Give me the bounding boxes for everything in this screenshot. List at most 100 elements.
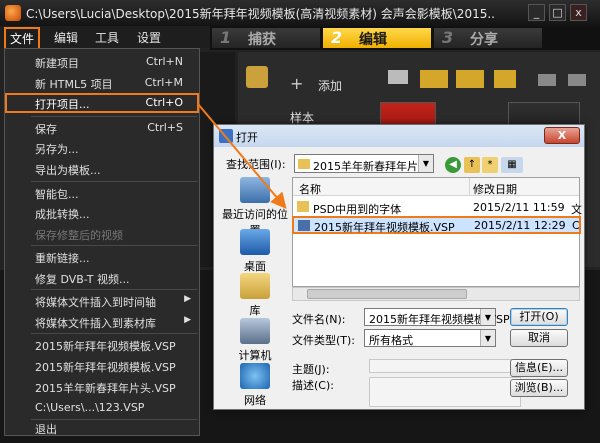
tab-share[interactable]: 3 分享 xyxy=(434,28,542,48)
filename-input[interactable]: 2015新年拜年视频模板.VSP ▼ xyxy=(364,308,510,326)
menu-open-project[interactable]: 打开项目... Ctrl+O xyxy=(5,93,199,113)
menu-label: 将媒体文件插入到素材库 xyxy=(35,317,156,330)
back-icon[interactable]: ◀ xyxy=(445,157,461,173)
menu-insert-library[interactable]: 将媒体文件插入到素材库 ▶ xyxy=(5,312,199,332)
file-list-header: 名称 修改日期 xyxy=(293,178,579,196)
menu-label: 打开项目... xyxy=(35,98,90,111)
thumb-view-icon[interactable] xyxy=(568,74,586,86)
menu-separator xyxy=(31,245,197,246)
scrollbar-thumb[interactable] xyxy=(307,289,467,299)
close-button[interactable]: x xyxy=(570,4,587,21)
menu-file[interactable]: 文件 xyxy=(4,27,41,50)
app-window: C:\Users\Lucia\Desktop\2015新年拜年视频模板(高清视频… xyxy=(0,0,600,443)
up-folder-icon[interactable]: ↑ xyxy=(464,157,480,173)
description-field xyxy=(369,377,521,407)
column-modified[interactable]: 修改日期 xyxy=(473,181,517,197)
filetype-value: 所有格式 xyxy=(369,334,413,347)
media-icon[interactable] xyxy=(246,66,268,88)
place-label: 库 xyxy=(249,304,261,317)
menu-relink[interactable]: 重新链接... xyxy=(5,247,199,267)
vsp-file-icon xyxy=(298,220,310,231)
menu-new-project[interactable]: 新建项目 Ctrl+N xyxy=(5,52,199,72)
dialog-close-button[interactable]: X xyxy=(544,127,580,144)
window-title: C:\Users\Lucia\Desktop\2015新年拜年视频模板(高清视频… xyxy=(26,7,496,21)
folder-icon[interactable] xyxy=(388,70,408,84)
file-list: 名称 修改日期 PSD中用到的字体 2015/2/11 11:59 文 2015… xyxy=(292,177,582,287)
menu-label: 成批转换... xyxy=(35,208,90,221)
place-libraries[interactable]: 库 xyxy=(220,273,290,318)
place-label: 计算机 xyxy=(238,349,272,362)
list-view-icon[interactable] xyxy=(538,74,556,86)
add-label[interactable]: 添加 xyxy=(318,77,342,94)
menu-settings[interactable]: 设置 xyxy=(137,29,161,46)
menu-label: 保存 xyxy=(35,123,57,136)
dialog-title-bar: 打开 X xyxy=(214,125,584,147)
info-button[interactable]: 信息(E)... xyxy=(510,359,568,377)
menu-exit[interactable]: 退出 xyxy=(5,415,199,436)
file-date: 2015/2/11 11:59 xyxy=(473,201,565,214)
tab-number: 1 xyxy=(220,28,232,47)
menu-smart-package[interactable]: 智能包... xyxy=(5,183,199,203)
chevron-down-icon: ▼ xyxy=(418,155,433,172)
open-dialog: 打开 X 查找范围(I): 2015羊年新春拜年片头 ▼ ◀ ↑ * ▦ 最近访… xyxy=(213,124,585,410)
add-icon[interactable]: + xyxy=(290,74,303,93)
place-label: 桌面 xyxy=(244,260,266,273)
desktop-icon xyxy=(240,229,270,255)
minimize-button[interactable]: _ xyxy=(528,4,545,21)
menu-recent-1[interactable]: 2015新年拜年视频模板.VSP xyxy=(5,335,199,355)
menu-new-html5[interactable]: 新 HTML5 项目 Ctrl+M xyxy=(5,73,199,93)
look-in-label: 查找范围(I): xyxy=(226,158,286,171)
app-logo-icon xyxy=(5,5,21,21)
place-label: 网络 xyxy=(244,394,266,407)
view-menu-icon[interactable]: ▦ xyxy=(501,157,523,173)
place-network[interactable]: 网络 xyxy=(220,363,290,408)
menu-label: 重新链接... xyxy=(35,252,90,265)
tab-edit[interactable]: 2 编辑 xyxy=(323,28,431,48)
photo-filter-icon[interactable] xyxy=(456,70,484,88)
menu-tools[interactable]: 工具 xyxy=(95,29,119,46)
menu-bar: 文件 编辑 工具 设置 xyxy=(0,26,210,50)
new-folder-icon[interactable]: * xyxy=(482,157,498,173)
file-row[interactable]: PSD中用到的字体 2015/2/11 11:59 文 xyxy=(293,198,582,216)
subject-field xyxy=(369,359,521,373)
tab-number: 2 xyxy=(331,28,343,47)
menu-separator xyxy=(31,116,197,117)
video-filter-icon[interactable] xyxy=(420,70,448,88)
cancel-button[interactable]: 取消 xyxy=(510,329,568,347)
tab-capture[interactable]: 1 捕获 xyxy=(212,28,320,48)
filetype-select[interactable]: 所有格式 ▼ xyxy=(364,329,496,347)
submenu-arrow-icon: ▶ xyxy=(184,294,191,304)
menu-label: 另存为... xyxy=(35,143,79,156)
filetype-label: 文件类型(T): xyxy=(292,334,356,347)
browse-button[interactable]: 浏览(B)... xyxy=(510,379,568,397)
menu-recent-2[interactable]: 2015新年拜年视频模板.VSP xyxy=(5,356,199,376)
menu-insert-timeline[interactable]: 将媒体文件插入到时间轴 ▶ xyxy=(5,291,199,311)
open-button[interactable]: 打开(O) xyxy=(510,308,568,326)
maximize-button[interactable]: □ xyxy=(549,4,566,21)
menu-batch-convert[interactable]: 成批转换... xyxy=(5,203,199,223)
horizontal-scrollbar[interactable] xyxy=(292,287,580,301)
menu-repair-dvbt[interactable]: 修复 DVB-T 视频... xyxy=(5,268,199,288)
column-name[interactable]: 名称 xyxy=(299,181,321,197)
tab-label: 分享 xyxy=(470,32,498,48)
look-in-select[interactable]: 2015羊年新春拜年片头 ▼ xyxy=(294,154,434,173)
tab-number: 3 xyxy=(442,28,454,47)
menu-export-template[interactable]: 导出为模板... xyxy=(5,159,199,179)
file-name: PSD中用到的字体 xyxy=(313,203,402,216)
library-icon xyxy=(240,273,270,299)
description-label: 描述(C): xyxy=(292,379,334,392)
menu-label: 新建项目 xyxy=(35,57,79,70)
menu-label: 保存修整后的视频 xyxy=(35,229,123,242)
file-row-selected[interactable]: 2015新年拜年视频模板.VSP 2015/2/11 12:29 C xyxy=(292,216,581,234)
menu-recent-3[interactable]: 2015羊年新春拜年片头.VSP xyxy=(5,377,199,397)
tab-label: 编辑 xyxy=(359,32,387,48)
computer-icon xyxy=(240,318,270,344)
menu-save-as[interactable]: 另存为... xyxy=(5,138,199,158)
recent-places-icon xyxy=(240,177,270,203)
menu-edit[interactable]: 编辑 xyxy=(54,29,78,46)
place-computer[interactable]: 计算机 xyxy=(220,318,290,363)
audio-filter-icon[interactable] xyxy=(494,70,516,88)
places-bar: 最近访问的位置 桌面 库 计算机 网络 xyxy=(220,177,290,407)
menu-save[interactable]: 保存 Ctrl+S xyxy=(5,118,199,138)
place-desktop[interactable]: 桌面 xyxy=(220,229,290,274)
